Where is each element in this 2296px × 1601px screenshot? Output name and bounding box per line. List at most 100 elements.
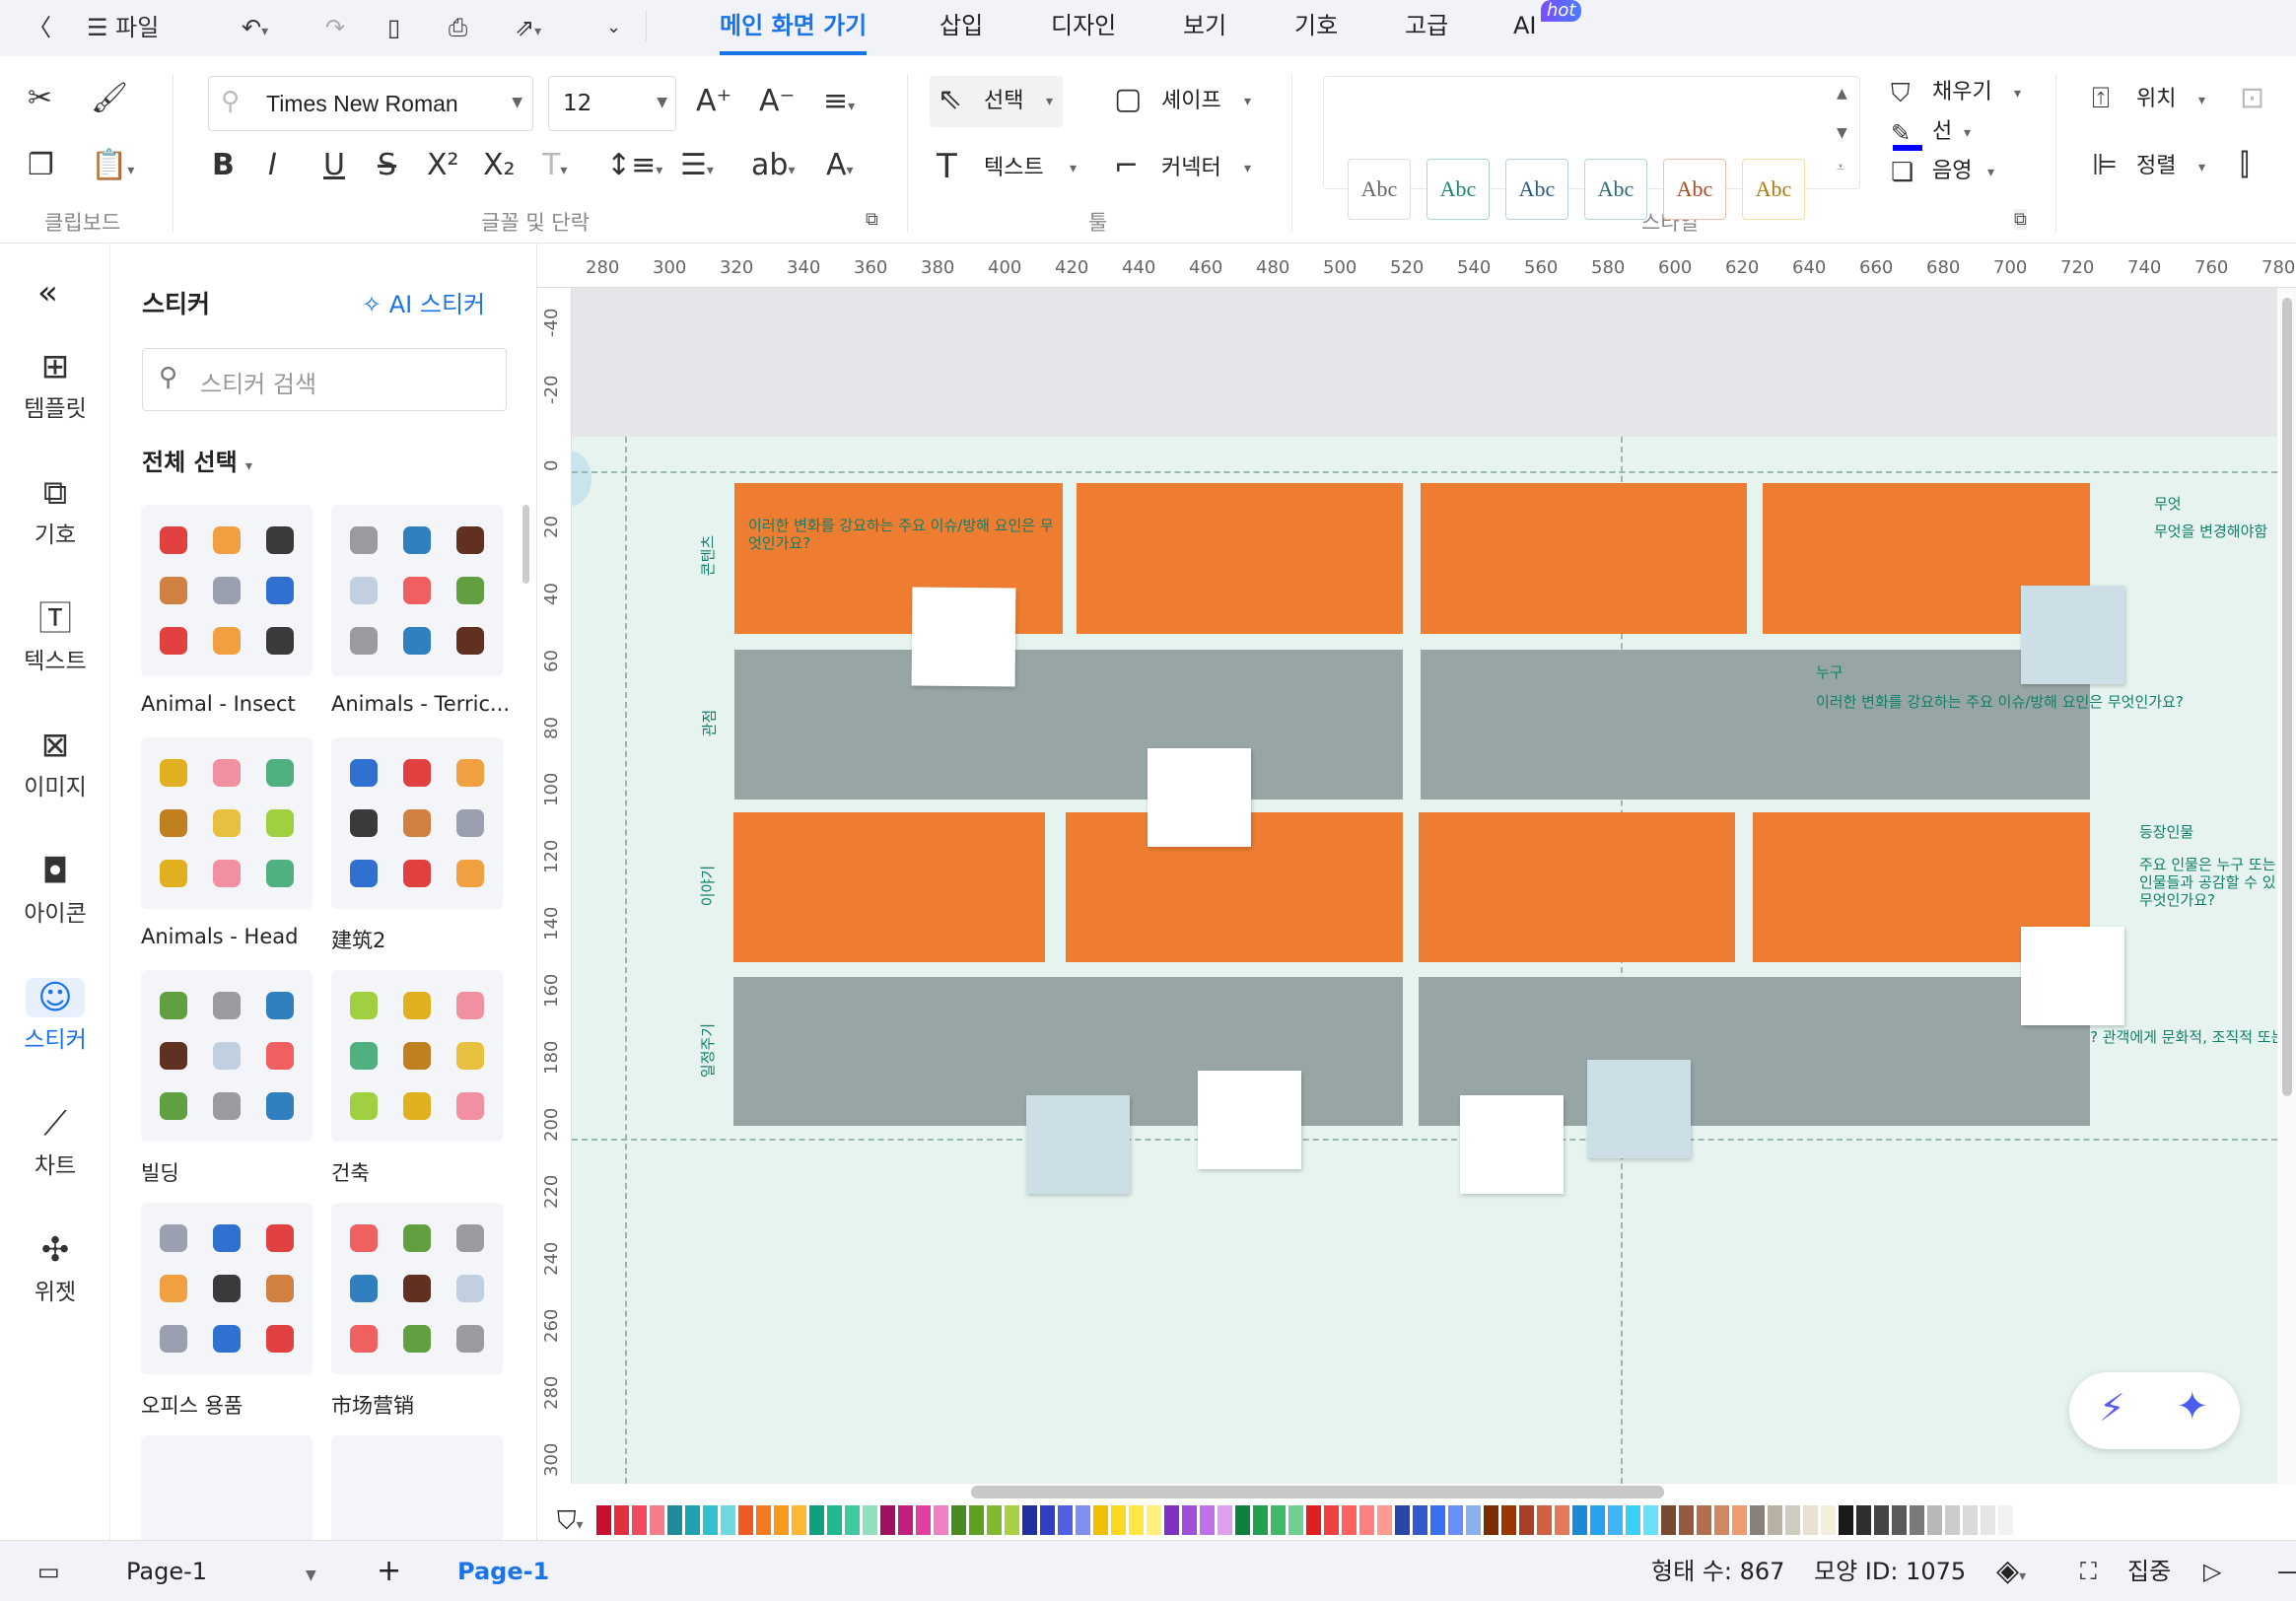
- color-swatch[interactable]: [1466, 1505, 1481, 1535]
- sticker-card[interactable]: [331, 1203, 503, 1374]
- sticky-note[interactable]: [2021, 927, 2124, 1025]
- color-swatch[interactable]: [792, 1505, 806, 1535]
- sticker-thumbnail[interactable]: [350, 991, 378, 1019]
- font-color-icon[interactable]: A▾: [826, 148, 854, 188]
- sticker-thumbnail[interactable]: [160, 860, 187, 888]
- shadow-button[interactable]: ❏ 음영 ▾: [1891, 155, 2009, 190]
- back-chevron-icon[interactable]: 〈: [28, 8, 51, 47]
- dialog-launcher-icon[interactable]: ⧉: [2014, 209, 2027, 230]
- tab-ai[interactable]: AI: [1513, 6, 1537, 45]
- sticker-thumbnail[interactable]: [350, 576, 378, 604]
- color-swatch[interactable]: [1271, 1505, 1286, 1535]
- style-preset[interactable]: Abc: [1663, 159, 1726, 220]
- italic-icon[interactable]: I: [268, 148, 277, 183]
- sticker-thumbnail[interactable]: [403, 1092, 431, 1121]
- sticker-thumbnail[interactable]: [350, 1092, 378, 1121]
- sticker-thumbnail[interactable]: [403, 1223, 431, 1252]
- sticker-thumbnail[interactable]: [213, 1223, 241, 1252]
- color-swatch[interactable]: [1714, 1505, 1729, 1535]
- sticker-thumbnail[interactable]: [160, 627, 187, 656]
- sticker-thumbnail[interactable]: [266, 991, 294, 1019]
- color-swatch[interactable]: [1413, 1505, 1427, 1535]
- sticker-thumbnail[interactable]: [266, 525, 294, 554]
- page-tab[interactable]: Page-1: [457, 1555, 549, 1588]
- color-swatch[interactable]: [1164, 1505, 1179, 1535]
- sticker-thumbnail[interactable]: [266, 1092, 294, 1121]
- color-swatch[interactable]: [1661, 1505, 1676, 1535]
- ai-sticker-button[interactable]: ✧ AI 스티커: [362, 285, 485, 319]
- style-preset[interactable]: Abc: [1742, 159, 1805, 220]
- sticker-thumbnail[interactable]: [160, 576, 187, 604]
- sticker-card[interactable]: [331, 1435, 503, 1540]
- sticker-thumbnail[interactable]: [213, 1325, 241, 1354]
- sticker-thumbnail[interactable]: [456, 860, 484, 888]
- sticker-thumbnail[interactable]: [213, 627, 241, 656]
- sticker-thumbnail[interactable]: [456, 758, 484, 787]
- color-swatch[interactable]: [1218, 1505, 1232, 1535]
- size-icon[interactable]: ⫿: [2240, 148, 2250, 183]
- redo-icon[interactable]: ↷: [325, 8, 345, 47]
- sticky-note[interactable]: [1198, 1071, 1301, 1169]
- font-shrink-icon[interactable]: A⁻: [759, 84, 795, 119]
- color-swatch[interactable]: [1040, 1505, 1055, 1535]
- color-swatch[interactable]: [596, 1505, 611, 1535]
- color-swatch[interactable]: [1324, 1505, 1339, 1535]
- partial-circle-shape[interactable]: [572, 452, 591, 506]
- sticker-thumbnail[interactable]: [350, 627, 378, 656]
- sticker-thumbnail[interactable]: [403, 576, 431, 604]
- color-swatch[interactable]: [774, 1505, 789, 1535]
- sticker-card[interactable]: [331, 737, 503, 909]
- print-icon[interactable]: ⎙: [449, 8, 467, 47]
- sticker-card[interactable]: [141, 737, 313, 909]
- sticker-thumbnail[interactable]: [266, 1274, 294, 1302]
- color-swatch[interactable]: [1200, 1505, 1215, 1535]
- fill-button[interactable]: ⛉ 채우기 ▾: [1891, 76, 2039, 111]
- layers-icon[interactable]: ◈▾: [1996, 1555, 2026, 1593]
- sticker-card[interactable]: [141, 970, 313, 1142]
- sticker-thumbnail[interactable]: [403, 627, 431, 656]
- ai-sparkle-icon[interactable]: ✦: [2176, 1384, 2209, 1429]
- gallery-expand-icon[interactable]: ⩡: [1837, 160, 1844, 175]
- rail-item-sticker[interactable]: ☺ 스티커: [0, 978, 110, 1057]
- more-icon[interactable]: ⌄: [606, 8, 621, 47]
- color-swatch[interactable]: [738, 1505, 753, 1535]
- color-swatch[interactable]: [1910, 1505, 1924, 1535]
- color-swatch[interactable]: [845, 1505, 860, 1535]
- color-swatch[interactable]: [1927, 1505, 1942, 1535]
- line-button[interactable]: ✎ 선 ▾: [1891, 115, 1989, 151]
- style-preset[interactable]: Abc: [1505, 159, 1568, 220]
- tab-view[interactable]: 보기: [1183, 6, 1226, 45]
- color-swatch[interactable]: [1182, 1505, 1197, 1535]
- sticker-thumbnail[interactable]: [160, 1274, 187, 1302]
- tab-symbol[interactable]: 기호: [1294, 6, 1338, 45]
- font-name-select[interactable]: ⚲ Times New Roman ▼: [208, 76, 533, 131]
- color-swatch[interactable]: [1484, 1505, 1498, 1535]
- color-swatch[interactable]: [1555, 1505, 1569, 1535]
- sticker-thumbnail[interactable]: [213, 576, 241, 604]
- color-swatch[interactable]: [1572, 1505, 1587, 1535]
- zoom-out-icon[interactable]: —: [2277, 1555, 2296, 1588]
- sticker-thumbnail[interactable]: [160, 525, 187, 554]
- sticker-thumbnail[interactable]: [160, 1325, 187, 1354]
- color-swatch[interactable]: [614, 1505, 629, 1535]
- sticker-thumbnail[interactable]: [403, 1325, 431, 1354]
- sticker-thumbnail[interactable]: [213, 1092, 241, 1121]
- color-swatch[interactable]: [1963, 1505, 1978, 1535]
- rail-item-widget[interactable]: ✣ 위젯: [0, 1230, 110, 1309]
- sticker-thumbnail[interactable]: [266, 1223, 294, 1252]
- color-swatch[interactable]: [1076, 1505, 1090, 1535]
- rail-item-text[interactable]: 🅃 텍스트: [0, 599, 110, 678]
- sticker-search-input[interactable]: ⚲ 스티커 검색: [142, 348, 507, 411]
- bold-icon[interactable]: B: [212, 148, 235, 183]
- color-swatch[interactable]: [863, 1505, 877, 1535]
- color-swatch[interactable]: [1342, 1505, 1357, 1535]
- color-swatch[interactable]: [809, 1505, 824, 1535]
- color-swatch[interactable]: [1377, 1505, 1392, 1535]
- color-swatch[interactable]: [1839, 1505, 1853, 1535]
- rail-item-chart[interactable]: ⟋ 차트: [0, 1104, 110, 1183]
- align-left-icon[interactable]: ≡▾: [823, 84, 855, 124]
- color-swatch[interactable]: [827, 1505, 842, 1535]
- sticker-thumbnail[interactable]: [456, 991, 484, 1019]
- sticker-thumbnail[interactable]: [456, 1092, 484, 1121]
- gallery-up-icon[interactable]: ▲: [1837, 86, 1847, 102]
